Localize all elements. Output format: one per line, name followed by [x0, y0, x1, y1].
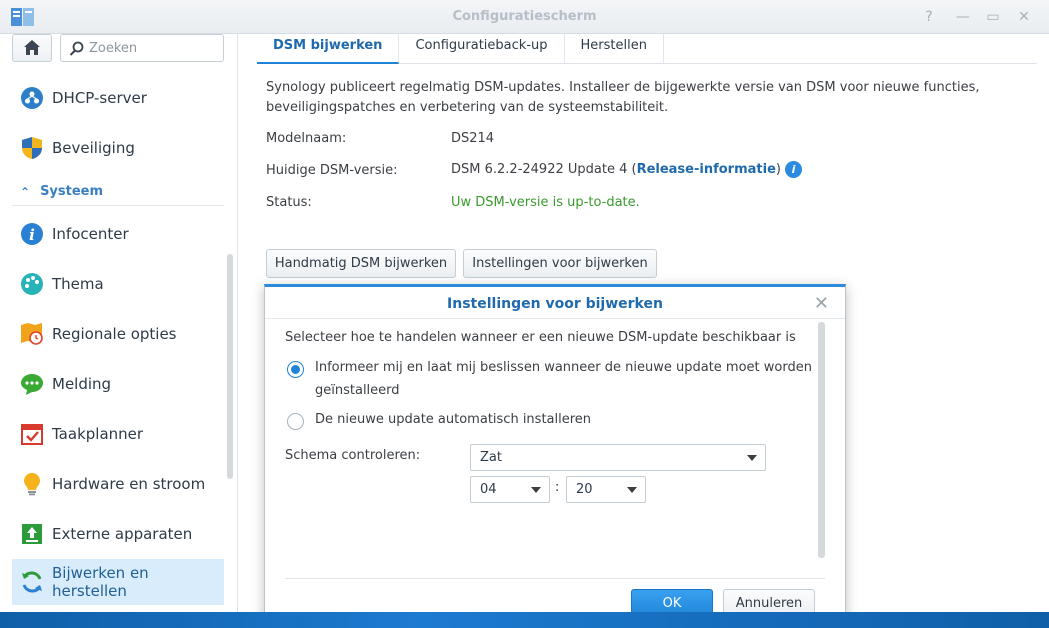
calendar-check-icon — [21, 424, 43, 445]
lightbulb-icon — [24, 473, 40, 496]
radio-notify-me[interactable] — [287, 361, 304, 378]
palette-icon — [21, 273, 43, 295]
release-info-link[interactable]: Release-informatie — [637, 162, 776, 177]
sidebar-item-label: Infocenter — [52, 225, 129, 243]
window-title: Configuratiescherm — [452, 9, 597, 24]
minute-select-value: 20 — [576, 482, 593, 497]
sidebar-item-label: Externe apparaten — [52, 525, 193, 543]
dialog-divider — [265, 318, 845, 319]
search-input[interactable] — [89, 39, 219, 57]
sidebar-item-bijwerken-en-herstellen[interactable]: Bijwerken en herstellen — [12, 559, 224, 605]
home-button[interactable] — [12, 34, 52, 62]
hour-select-value: 04 — [480, 482, 497, 497]
status-value: Uw DSM-versie is up-to-date. — [451, 195, 640, 210]
sidebar-item-hardware-en-stroom[interactable]: Hardware en stroom — [12, 461, 224, 507]
dialog-footer-divider — [285, 578, 825, 579]
help-icon[interactable]: ? — [920, 8, 938, 26]
maximize-icon[interactable]: ▭ — [984, 8, 1002, 26]
dialog-scrollbar[interactable] — [818, 322, 825, 558]
option-auto-label: De nieuwe update automatisch installeren — [315, 412, 592, 427]
version-close-paren: ) — [775, 162, 781, 177]
update-description: Synology publiceert regelmatig DSM-updat… — [266, 80, 980, 115]
day-select-value: Zat — [480, 450, 502, 465]
model-label: Modelnaam: — [266, 131, 347, 146]
sidebar-item-externe-apparaten[interactable]: Externe apparaten — [12, 511, 224, 557]
option-notify-label-2: geïnstalleerd — [315, 383, 400, 398]
home-icon — [24, 40, 40, 55]
sidebar-item-dhcp-server[interactable]: DHCP-server — [12, 75, 224, 121]
sidebar-item-regionale-opties[interactable]: Regionale opties — [12, 311, 224, 357]
manual-update-button[interactable]: Handmatig DSM bijwerken — [266, 249, 456, 278]
sidebar-item-label: Melding — [52, 375, 112, 393]
sidebar-item-taakplanner[interactable]: Taakplanner — [12, 411, 224, 457]
version-value-row: DSM 6.2.2-24922 Update 4 (Release-inform… — [451, 161, 802, 178]
search-field[interactable] — [60, 34, 224, 62]
refresh-icon — [22, 571, 42, 593]
version-value: DSM 6.2.2-24922 Update 4 ( — [451, 162, 637, 177]
title-bar: Configuratiescherm ? — ▭ ✕ — [0, 0, 1049, 34]
update-settings-dialog: Instellingen voor bijwerken ✕ Selecteer … — [264, 284, 846, 625]
sidebar-item-melding[interactable]: Melding — [12, 361, 224, 407]
chat-bubble-icon — [21, 374, 43, 395]
minimize-icon[interactable]: — — [954, 8, 972, 26]
update-settings-button[interactable]: Instellingen voor bijwerken — [463, 249, 657, 278]
option-notify-label-1: Informeer mij en laat mij beslissen wann… — [315, 360, 812, 375]
sidebar-scrollbar[interactable] — [227, 254, 233, 479]
sidebar-item-beveiliging[interactable]: Beveiliging — [12, 125, 224, 171]
sidebar-section-systeem[interactable]: ⌃ Systeem — [12, 178, 224, 206]
info-icon[interactable]: i — [784, 161, 802, 178]
sidebar-item-label: Hardware en stroom — [52, 475, 206, 493]
sidebar-item-label: Thema — [52, 275, 104, 293]
search-icon — [69, 41, 84, 56]
tab-configuratieback-up[interactable]: Configuratieback-up — [399, 34, 565, 64]
chevron-up-icon: ⌃ — [20, 184, 31, 199]
sidebar-item-infocenter[interactable]: i Infocenter — [12, 211, 224, 257]
tab-herstellen[interactable]: Herstellen — [565, 34, 664, 64]
time-colon: : — [555, 480, 560, 495]
sidebar-item-label: Taakplanner — [52, 425, 144, 443]
sidebar-item-label: Bijwerken en herstellen — [52, 564, 149, 600]
status-label: Status: — [266, 195, 312, 210]
day-select[interactable]: Zat — [470, 444, 766, 471]
dialog-intro: Selecteer hoe te handelen wanneer er een… — [285, 330, 796, 345]
sidebar-item-label: Beveiliging — [52, 139, 135, 157]
hour-select[interactable]: 04 — [470, 476, 550, 503]
model-value: DS214 — [451, 131, 495, 146]
close-icon[interactable]: ✕ — [1015, 8, 1033, 26]
minute-select[interactable]: 20 — [566, 476, 646, 503]
tab-dsm-bijwerken[interactable]: DSM bijwerken — [257, 34, 400, 64]
regional-clock-icon — [21, 323, 43, 345]
info-icon: i — [21, 223, 43, 245]
dialog-title: Instellingen voor bijwerken — [447, 296, 663, 312]
sidebar: DHCP-server Beveiliging ⌃ Systeem i Info… — [0, 34, 238, 612]
radio-auto-install[interactable] — [287, 413, 304, 430]
dhcp-icon — [21, 87, 43, 109]
sidebar-item-label: DHCP-server — [52, 89, 147, 107]
close-icon[interactable]: ✕ — [814, 293, 829, 314]
chevron-down-icon — [531, 487, 541, 493]
chevron-down-icon — [747, 455, 757, 461]
desktop-taskbar — [0, 612, 1049, 628]
schedule-label: Schema controleren: — [285, 448, 421, 463]
chevron-down-icon — [627, 487, 637, 493]
version-label: Huidige DSM-versie: — [266, 163, 398, 178]
svg-text:i: i — [29, 226, 35, 244]
sidebar-item-thema[interactable]: Thema — [12, 261, 224, 307]
section-label: Systeem — [40, 184, 104, 199]
tab-bar: DSM bijwerken Configuratieback-up Herste… — [257, 34, 1037, 64]
shield-icon — [22, 137, 42, 159]
upload-box-icon — [22, 524, 42, 544]
sidebar-item-label: Regionale opties — [52, 325, 177, 343]
